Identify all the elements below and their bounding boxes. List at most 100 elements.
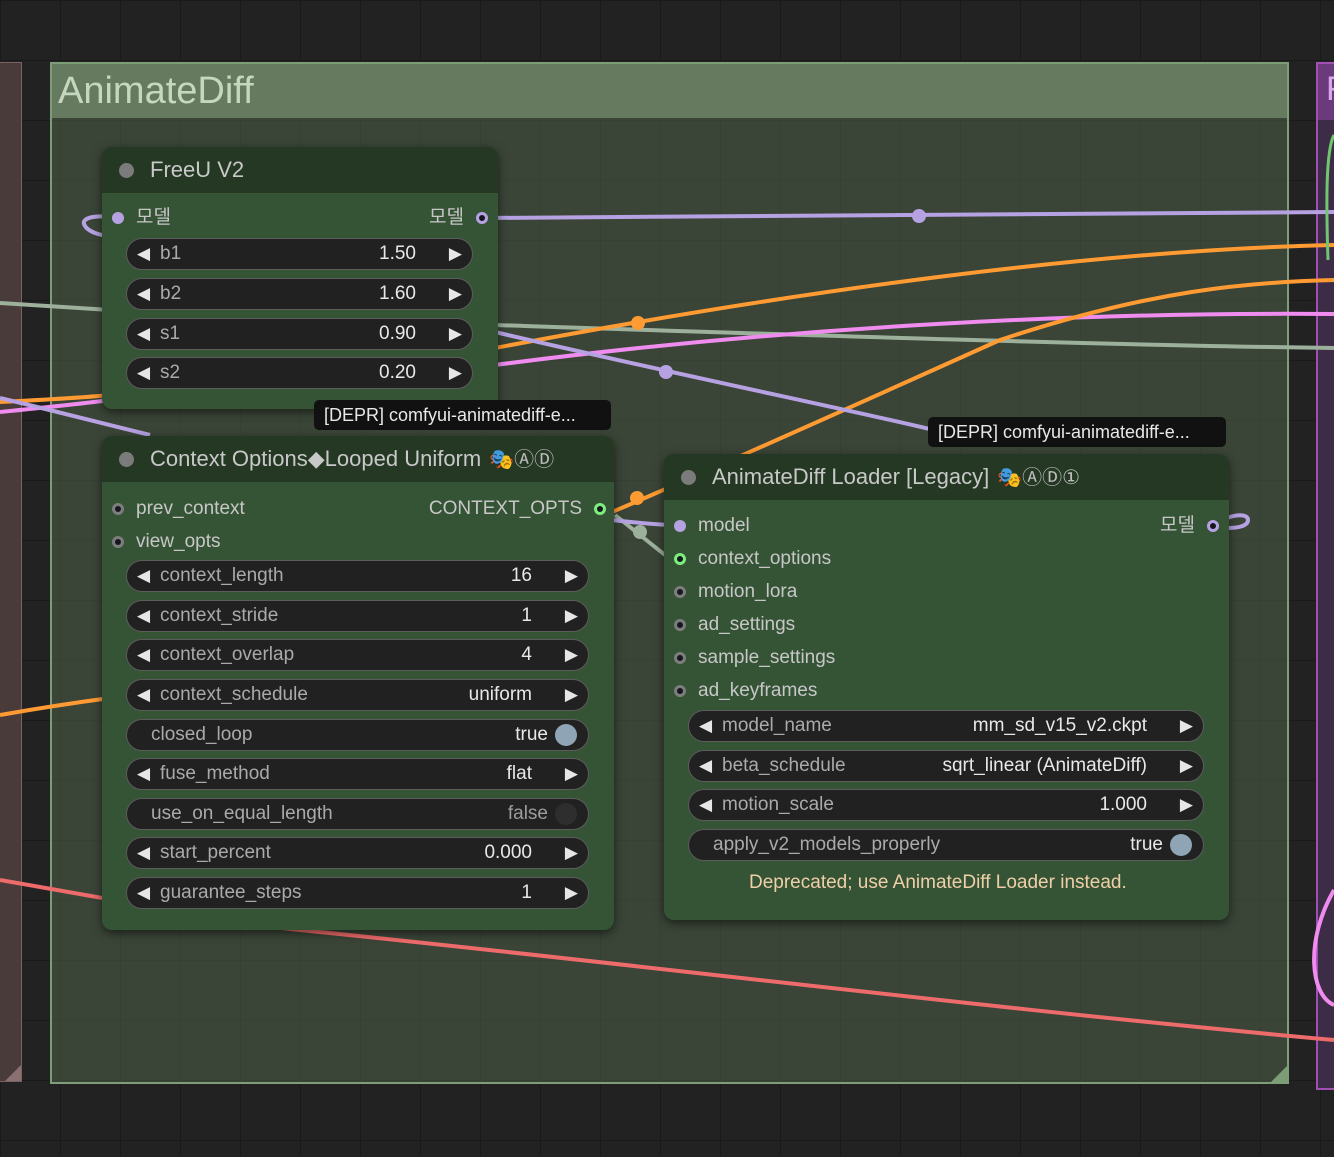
input-slot-ad-settings[interactable]: ad_settings	[674, 613, 934, 637]
node-badge: ⒶⒹ	[514, 449, 555, 471]
input-dot[interactable]	[112, 536, 124, 548]
decrement-arrow-icon[interactable]: ◀	[137, 640, 150, 670]
group-resize-handle[interactable]	[1271, 1066, 1287, 1082]
increment-arrow-icon[interactable]: ▶	[565, 680, 578, 710]
widget-b1[interactable]: ◀ b1 1.50 ▶	[126, 238, 473, 270]
increment-arrow-icon[interactable]: ▶	[565, 838, 578, 868]
slot-label: 모델	[1160, 515, 1195, 536]
input-dot[interactable]	[674, 553, 686, 565]
input-dot[interactable]	[674, 520, 686, 532]
decrement-arrow-icon[interactable]: ◀	[137, 358, 150, 388]
output-slot-model[interactable]: 모델	[308, 206, 488, 230]
input-slot-model[interactable]: 모델	[112, 206, 292, 230]
output-dot[interactable]	[1207, 520, 1219, 532]
widget-motion-scale[interactable]: ◀ motion_scale 1.000 ▶	[688, 789, 1204, 821]
node-title-bar[interactable]: Context Options◆Looped Uniform 🎭ⒶⒹ	[102, 436, 614, 482]
input-dot[interactable]	[674, 619, 686, 631]
input-slot-ad-keyframes[interactable]: ad_keyframes	[674, 679, 934, 703]
widget-context-length[interactable]: ◀ context_length 16 ▶	[126, 560, 589, 592]
decrement-arrow-icon[interactable]: ◀	[137, 561, 150, 591]
output-dot[interactable]	[594, 503, 606, 515]
group-left-partial[interactable]	[0, 62, 22, 1082]
collapse-toggle[interactable]	[119, 452, 134, 467]
increment-arrow-icon[interactable]: ▶	[1180, 711, 1193, 741]
deprecation-warning: Deprecated; use AnimateDiff Loader inste…	[749, 872, 1127, 893]
widget-context-schedule[interactable]: ◀ context_schedule uniform ▶	[126, 679, 589, 711]
widget-model-name[interactable]: ◀ model_name mm_sd_v15_v2.ckpt ▶	[688, 710, 1204, 742]
decrement-arrow-icon[interactable]: ◀	[137, 319, 150, 349]
decrement-arrow-icon[interactable]: ◀	[137, 759, 150, 789]
widget-value: flat	[506, 763, 532, 784]
slot-label: ad_settings	[698, 614, 796, 635]
increment-arrow-icon[interactable]: ▶	[449, 239, 462, 269]
toggle-knob[interactable]	[555, 803, 577, 825]
increment-arrow-icon[interactable]: ▶	[565, 601, 578, 631]
decrement-arrow-icon[interactable]: ◀	[137, 239, 150, 269]
input-dot[interactable]	[112, 212, 124, 224]
increment-arrow-icon[interactable]: ▶	[449, 358, 462, 388]
input-dot[interactable]	[674, 652, 686, 664]
widget-s1[interactable]: ◀ s1 0.90 ▶	[126, 318, 473, 350]
widget-use-on-equal-length[interactable]: use_on_equal_length false	[126, 798, 589, 830]
widget-beta-schedule[interactable]: ◀ beta_schedule sqrt_linear (AnimateDiff…	[688, 750, 1204, 782]
widget-start-percent[interactable]: ◀ start_percent 0.000 ▶	[126, 837, 589, 869]
collapse-toggle[interactable]	[681, 470, 696, 485]
decrement-arrow-icon[interactable]: ◀	[699, 790, 712, 820]
increment-arrow-icon[interactable]: ▶	[449, 319, 462, 349]
group-right-partial[interactable]: F	[1316, 62, 1334, 1090]
widget-apply-v2-models-properly[interactable]: apply_v2_models_properly true	[688, 829, 1204, 861]
output-slot-model[interactable]: 모델	[1059, 514, 1219, 538]
node-title-bar[interactable]: FreeU V2	[102, 147, 498, 193]
input-slot-prev-context[interactable]: prev_context	[112, 497, 332, 521]
widget-context-stride[interactable]: ◀ context_stride 1 ▶	[126, 600, 589, 632]
widget-context-overlap[interactable]: ◀ context_overlap 4 ▶	[126, 639, 589, 671]
input-slot-motion-lora[interactable]: motion_lora	[674, 580, 934, 604]
decrement-arrow-icon[interactable]: ◀	[137, 601, 150, 631]
widget-value: 1.000	[1099, 794, 1147, 815]
node-source-tooltip: [DEPR] comfyui-animatediff-e...	[928, 417, 1226, 447]
node-animatediff-loader-legacy[interactable]: AnimateDiff Loader [Legacy] 🎭ⒶⒹ① model co…	[664, 454, 1229, 920]
widget-s2[interactable]: ◀ s2 0.20 ▶	[126, 357, 473, 389]
increment-arrow-icon[interactable]: ▶	[565, 640, 578, 670]
input-dot[interactable]	[112, 503, 124, 515]
node-context-options[interactable]: Context Options◆Looped Uniform 🎭ⒶⒹ prev_c…	[102, 436, 614, 930]
input-slot-view-opts[interactable]: view_opts	[112, 530, 332, 554]
decrement-arrow-icon[interactable]: ◀	[137, 838, 150, 868]
decrement-arrow-icon[interactable]: ◀	[137, 878, 150, 908]
input-dot[interactable]	[674, 586, 686, 598]
group-resize-handle[interactable]	[5, 1065, 21, 1081]
widget-value: 0.90	[379, 323, 416, 344]
output-dot[interactable]	[476, 212, 488, 224]
decrement-arrow-icon[interactable]: ◀	[699, 711, 712, 741]
increment-arrow-icon[interactable]: ▶	[449, 279, 462, 309]
collapse-toggle[interactable]	[119, 163, 134, 178]
output-slot-context-opts[interactable]: CONTEXT_OPTS	[386, 497, 606, 521]
widget-name: s2	[160, 362, 181, 383]
toggle-knob[interactable]	[555, 724, 577, 746]
increment-arrow-icon[interactable]: ▶	[1180, 751, 1193, 781]
widget-value: false	[507, 803, 548, 824]
input-dot[interactable]	[674, 685, 686, 697]
slot-label: sample_settings	[698, 647, 836, 668]
increment-arrow-icon[interactable]: ▶	[565, 878, 578, 908]
widget-name: guarantee_steps	[160, 882, 302, 903]
decrement-arrow-icon[interactable]: ◀	[137, 279, 150, 309]
increment-arrow-icon[interactable]: ▶	[1180, 790, 1193, 820]
input-slot-sample-settings[interactable]: sample_settings	[674, 646, 934, 670]
increment-arrow-icon[interactable]: ▶	[565, 759, 578, 789]
decrement-arrow-icon[interactable]: ◀	[137, 680, 150, 710]
decrement-arrow-icon[interactable]: ◀	[699, 751, 712, 781]
widget-fuse-method[interactable]: ◀ fuse_method flat ▶	[126, 758, 589, 790]
node-title-bar[interactable]: AnimateDiff Loader [Legacy] 🎭ⒶⒹ①	[664, 454, 1229, 500]
widget-b2[interactable]: ◀ b2 1.60 ▶	[126, 278, 473, 310]
theater-mask-icon: 🎭	[489, 449, 515, 471]
widget-closed-loop[interactable]: closed_loop true	[126, 719, 589, 751]
slot-label: prev_context	[136, 498, 245, 519]
input-slot-model[interactable]: model	[674, 514, 934, 538]
increment-arrow-icon[interactable]: ▶	[565, 561, 578, 591]
node-freeu-v2[interactable]: FreeU V2 모델 모델 ◀ b1 1.50 ▶ ◀ b2 1.60 ▶ ◀…	[102, 147, 498, 409]
widget-guarantee-steps[interactable]: ◀ guarantee_steps 1 ▶	[126, 877, 589, 909]
toggle-knob[interactable]	[1170, 834, 1192, 856]
widget-value: 4	[521, 644, 532, 665]
input-slot-context-options[interactable]: context_options	[674, 547, 934, 571]
